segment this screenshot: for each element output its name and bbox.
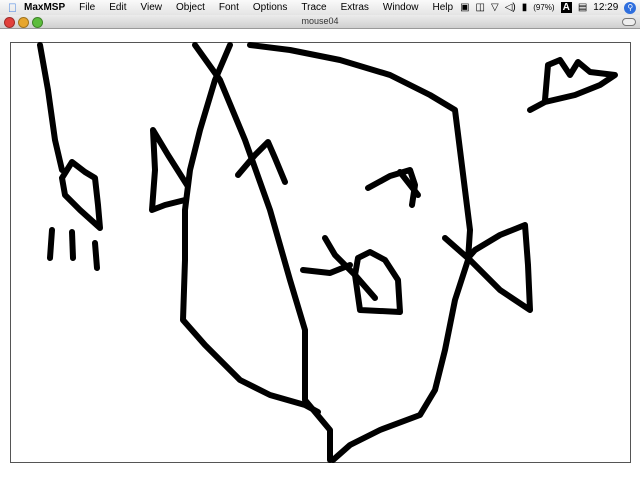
- spotlight-search-icon[interactable]: ⚲: [624, 1, 637, 14]
- title-bar[interactable]: mouse04: [0, 15, 640, 29]
- stroke-dash-1: [47, 227, 55, 261]
- menu-help[interactable]: Help: [426, 2, 461, 13]
- toolbar-toggle-button[interactable]: [622, 18, 636, 26]
- apple-menu-icon[interactable]: : [8, 1, 17, 15]
- calendar-icon: ▤: [577, 2, 587, 13]
- menu-extras[interactable]: Extras: [334, 2, 376, 13]
- menu-window[interactable]: Window: [376, 2, 426, 13]
- volume-icon[interactable]: ◁): [505, 2, 516, 13]
- menu-edit[interactable]: Edit: [102, 2, 133, 13]
- menu-options[interactable]: Options: [246, 2, 294, 13]
- window-content: [0, 29, 640, 480]
- drawing-canvas[interactable]: [0, 29, 640, 480]
- display-icon[interactable]: ▣: [460, 2, 469, 13]
- wifi-icon[interactable]: ▽: [491, 2, 499, 13]
- battery-icon[interactable]: ▮: [522, 2, 528, 13]
- zoom-button[interactable]: [32, 17, 43, 28]
- stroke-dash-3: [92, 240, 100, 271]
- sync-icon[interactable]: ◫: [476, 2, 485, 13]
- menu-file[interactable]: File: [72, 2, 102, 13]
- stroke-dash-2: [69, 229, 76, 261]
- menu-trace[interactable]: Trace: [294, 2, 333, 13]
- clock[interactable]: 12:29: [593, 2, 618, 13]
- status-area: ▣ ◫ ▽ ◁) ▮ (97%) A ▤ 12:29 ⚲: [460, 1, 640, 14]
- window-title: mouse04: [301, 16, 339, 26]
- patch-window: mouse04: [0, 15, 640, 480]
- input-menu-icon[interactable]: A: [560, 2, 572, 13]
- battery-percent[interactable]: (97%): [533, 3, 554, 12]
- menu-object[interactable]: Object: [169, 2, 212, 13]
- menu-font[interactable]: Font: [212, 2, 246, 13]
- menu-bar:  MaxMSP File Edit View Object Font Opti…: [0, 0, 640, 16]
- menu-view[interactable]: View: [133, 2, 169, 13]
- menu-app[interactable]: MaxMSP: [17, 2, 72, 13]
- minimize-button[interactable]: [18, 17, 29, 28]
- close-button[interactable]: [4, 17, 15, 28]
